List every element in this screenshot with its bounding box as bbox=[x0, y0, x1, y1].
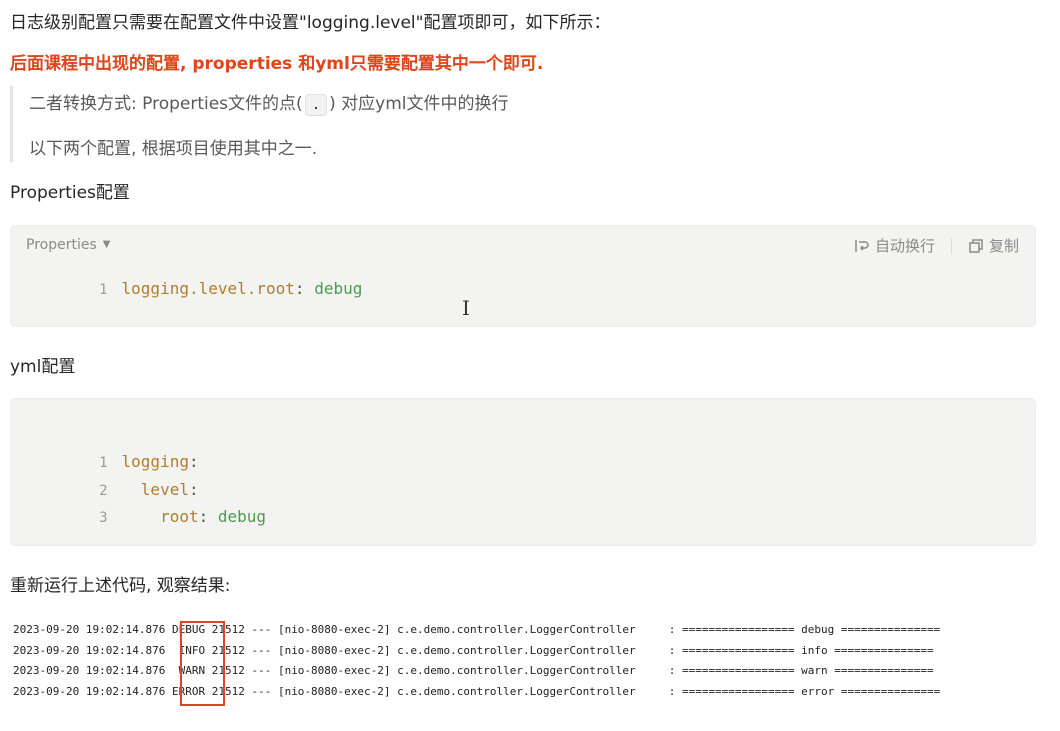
line-number: 3 bbox=[99, 510, 108, 526]
log-thread: --- [nio-8080-exec-2] bbox=[251, 664, 391, 677]
log-logger: c.e.demo.controller.LoggerController bbox=[397, 684, 636, 698]
code-value: debug bbox=[217, 507, 267, 526]
quote-line-2: 以下两个配置, 根据项目使用其中之一. bbox=[29, 139, 318, 159]
code-toolbar: 自动换行 复制 bbox=[854, 235, 1019, 256]
line-number: 1 bbox=[99, 282, 108, 298]
properties-code-block: Properties ▼ 自动换行 复制 1 logging.level.root:… bbox=[10, 225, 1036, 327]
toolbar-divider bbox=[950, 237, 952, 254]
code-key: logging.level.root bbox=[121, 279, 295, 298]
log-line: 2023-09-20 19:02:14.876 INFO 21512 --- [… bbox=[13, 641, 1053, 662]
log-timestamp: 2023-09-20 19:02:14.876 bbox=[13, 684, 166, 698]
copy-icon bbox=[969, 238, 983, 253]
text-cursor-icon: I bbox=[462, 296, 470, 320]
inline-code-dot: . bbox=[304, 94, 328, 116]
log-message: : ================= warn =============== bbox=[668, 664, 934, 677]
properties-heading: Properties配置 bbox=[10, 183, 130, 203]
copy-button[interactable]: 复制 bbox=[968, 235, 1019, 256]
log-thread: --- [nio-8080-exec-2] bbox=[251, 684, 391, 698]
copy-label: 复制 bbox=[988, 237, 1019, 255]
log-logger: c.e.demo.controller.LoggerController bbox=[397, 643, 636, 657]
wrap-label: 自动换行 bbox=[874, 237, 935, 255]
wrap-icon bbox=[855, 239, 869, 252]
caret-down-icon: ▼ bbox=[102, 239, 111, 250]
log-timestamp: 2023-09-20 19:02:14.876 bbox=[13, 664, 166, 677]
wrap-toggle-button[interactable]: 自动换行 bbox=[854, 235, 935, 256]
log-logger: c.e.demo.controller.LoggerController bbox=[397, 623, 636, 636]
yml-code-block: 1 logging: 2 level: 3 root: debug bbox=[10, 398, 1036, 546]
log-logger: c.e.demo.controller.LoggerController bbox=[397, 664, 636, 677]
log-timestamp: 2023-09-20 19:02:14.876 bbox=[13, 623, 166, 636]
code-line: 1 logging.level.root: debug bbox=[11, 260, 362, 317]
rerun-heading: 重新运行上述代码, 观察结果: bbox=[10, 576, 231, 596]
log-message: : ================= error ==============… bbox=[668, 684, 941, 698]
log-timestamp: 2023-09-20 19:02:14.876 bbox=[13, 643, 166, 657]
log-message: : ================= debug ==============… bbox=[668, 623, 941, 636]
highlight-note: 后面课程中出现的配置, properties 和yml只需要配置其中一个即可. bbox=[10, 54, 544, 74]
log-line: 2023-09-20 19:02:14.876 ERROR 21512 --- … bbox=[13, 682, 1053, 703]
level-highlight-box bbox=[180, 621, 225, 706]
log-line: 2023-09-20 19:02:14.876 DEBUG 21512 --- … bbox=[13, 620, 1053, 641]
log-line: 2023-09-20 19:02:14.876 WARN 21512 --- [… bbox=[13, 661, 1053, 682]
code-line: 3 root: debug bbox=[11, 488, 266, 545]
code-separator: : bbox=[294, 279, 315, 298]
quote-line-1: 二者转换方式: Properties文件的点(.) 对应yml文件中的换行 bbox=[29, 89, 509, 116]
code-value: debug bbox=[314, 279, 363, 298]
log-message: : ================= info =============== bbox=[668, 643, 934, 657]
quote-line-1-prefix: 二者转换方式: Properties文件的点( bbox=[29, 94, 303, 114]
language-label: Properties bbox=[26, 237, 97, 253]
blockquote: 二者转换方式: Properties文件的点(.) 对应yml文件中的换行 以下… bbox=[10, 86, 713, 162]
log-output: 2023-09-20 19:02:14.876 DEBUG 21512 --- … bbox=[13, 620, 1053, 706]
quote-line-1-suffix: ) 对应yml文件中的换行 bbox=[329, 94, 509, 114]
code-separator: : bbox=[198, 507, 218, 526]
code-key: root bbox=[160, 507, 199, 526]
language-selector[interactable]: Properties ▼ bbox=[26, 237, 110, 253]
log-thread: --- [nio-8080-exec-2] bbox=[251, 643, 391, 657]
intro-text: 日志级别配置只需要在配置文件中设置"logging.level"配置项即可，如下… bbox=[10, 13, 611, 33]
yml-heading: yml配置 bbox=[10, 357, 76, 377]
log-thread: --- [nio-8080-exec-2] bbox=[251, 623, 391, 636]
